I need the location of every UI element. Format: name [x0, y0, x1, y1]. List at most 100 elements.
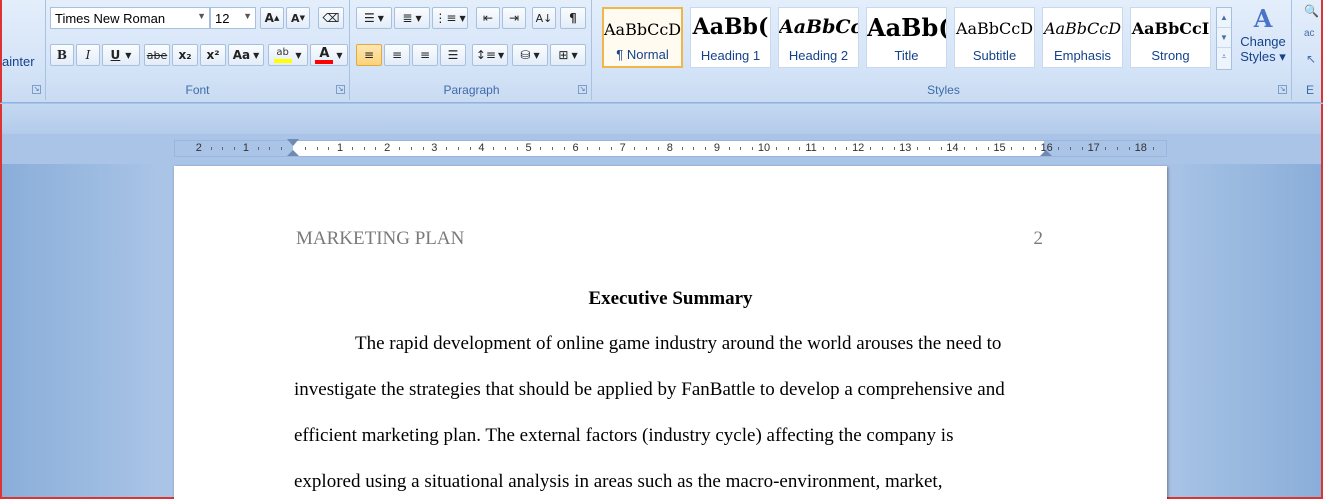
- styles-scroll-up-button[interactable]: ▲: [1217, 8, 1231, 28]
- sort-icon: A↓: [535, 11, 553, 25]
- style-name: Heading 2: [788, 48, 849, 63]
- style-sample: AaBb(: [692, 14, 769, 40]
- multilevel-list-button[interactable]: ⋮≡ ▼: [432, 7, 468, 29]
- replace-icon[interactable]: ac: [1304, 28, 1315, 39]
- sort-button[interactable]: A↓: [532, 7, 556, 29]
- ruler-tick: [504, 147, 506, 150]
- style-name: Heading 1: [700, 48, 761, 63]
- italic-button[interactable]: I: [76, 44, 100, 66]
- show-formatting-button[interactable]: ¶: [560, 7, 586, 29]
- highlight-color-button[interactable]: ab ▼: [268, 44, 308, 66]
- strikethrough-icon: abe: [146, 48, 168, 62]
- ruler-tick: [705, 147, 707, 150]
- paragraph-launcher-icon[interactable]: ↘: [578, 85, 587, 94]
- grow-font-button[interactable]: A ▲: [260, 7, 284, 29]
- styles-more-button[interactable]: ⩡: [1217, 48, 1231, 68]
- ruler-tick: [787, 147, 789, 150]
- styles-launcher-icon[interactable]: ↘: [1278, 85, 1287, 94]
- ruler-tick: [1117, 147, 1119, 150]
- ruler-tick: [234, 147, 236, 150]
- bullets-button[interactable]: ☰ ▼: [356, 7, 392, 29]
- change-styles-button[interactable]: A Change Styles ▾: [1236, 4, 1290, 80]
- font-size-value: 12: [215, 11, 230, 26]
- style-normal-tile[interactable]: AaBbCcD ¶ Normal: [602, 7, 683, 68]
- superscript-button[interactable]: x²: [200, 44, 226, 66]
- ruler-tick: [410, 147, 412, 150]
- borders-button[interactable]: ⊞ ▼: [550, 44, 586, 66]
- align-right-button[interactable]: ≡: [412, 44, 438, 66]
- clear-formatting-button[interactable]: ⌫: [318, 7, 344, 29]
- style-strong-tile[interactable]: AaBbCcI Strong: [1130, 7, 1211, 68]
- style-heading1-tile[interactable]: AaBb( Heading 1: [690, 7, 771, 68]
- ruler-tick: [540, 147, 542, 150]
- justify-button[interactable]: ☰: [440, 44, 466, 66]
- font-color-button[interactable]: A ▼: [310, 44, 348, 66]
- numbering-button[interactable]: ≣ ▼: [394, 7, 430, 29]
- styles-group-label: Styles: [927, 83, 960, 97]
- style-heading2-tile[interactable]: AaBbCc Heading 2: [778, 7, 859, 68]
- ruler-tick: [398, 147, 400, 150]
- styles-scroll-down-button[interactable]: ▼: [1217, 28, 1231, 48]
- ruler-tick: [222, 147, 224, 150]
- format-painter-button[interactable]: ainter: [2, 54, 35, 69]
- ruler-tick: [881, 147, 883, 150]
- style-sample: AaBbCcD: [604, 20, 681, 39]
- find-icon[interactable]: 🔍: [1304, 4, 1319, 18]
- select-icon[interactable]: ↖: [1306, 52, 1316, 66]
- style-name: Title: [894, 48, 919, 63]
- change-case-button[interactable]: Aa ▼: [228, 44, 264, 66]
- strikethrough-button[interactable]: abe: [144, 44, 170, 66]
- editing-group-label: E: [1306, 83, 1315, 97]
- font-name-value: Times New Roman: [55, 11, 166, 26]
- hanging-indent-marker[interactable]: [287, 150, 299, 156]
- ruler-tick: [304, 147, 306, 150]
- font-size-combo[interactable]: 12 ▼: [210, 7, 256, 29]
- horizontal-ruler[interactable]: 2 1 1 2 3 4 5 6 7 8 9 10 11 12 13 14 15 16 17 18: [174, 139, 1167, 157]
- ribbon-gap: [0, 104, 1323, 134]
- bold-button[interactable]: B: [50, 44, 74, 66]
- ruler-number: 1: [242, 142, 249, 154]
- shading-button[interactable]: ⛁ ▼: [512, 44, 548, 66]
- first-line-indent-marker[interactable]: [287, 139, 299, 146]
- style-sample: AaBb(: [867, 13, 946, 42]
- body-line: investigate the strategies that should b…: [294, 379, 1005, 400]
- font-name-combo[interactable]: Times New Roman ▼: [50, 7, 210, 29]
- clipboard-launcher-icon[interactable]: ↘: [32, 85, 41, 94]
- increase-indent-button[interactable]: ⇥: [502, 7, 526, 29]
- ruler-tick: [281, 147, 283, 150]
- ruler-tick: [975, 147, 977, 150]
- styles-scroll: ▲ ▼ ⩡: [1216, 7, 1232, 70]
- document-page[interactable]: MARKETING PLAN 2 Executive Summary The r…: [174, 166, 1167, 499]
- ruler-tick: [681, 147, 683, 150]
- ruler-tick: [587, 147, 589, 150]
- italic-icon: I: [85, 48, 91, 62]
- increase-indent-icon: ⇥: [508, 11, 520, 25]
- align-center-button[interactable]: ≡: [384, 44, 410, 66]
- right-indent-marker[interactable]: [1040, 150, 1052, 156]
- line-spacing-button[interactable]: ↕≡ ▼: [472, 44, 508, 66]
- ruler-tick: [351, 147, 353, 150]
- ruler-tick: [552, 147, 554, 150]
- decrease-indent-button[interactable]: ⇤: [476, 7, 500, 29]
- font-launcher-icon[interactable]: ↘: [336, 85, 345, 94]
- bullets-icon: ☰: [364, 11, 375, 25]
- ruler-tick: [1023, 147, 1025, 150]
- style-emphasis-tile[interactable]: AaBbCcD Emphasis: [1042, 7, 1123, 68]
- align-left-button[interactable]: ≡: [356, 44, 382, 66]
- change-styles-icon: A: [1253, 4, 1273, 33]
- style-subtitle-tile[interactable]: AaBbCcD Subtitle: [954, 7, 1035, 68]
- ruler-tick: [1011, 147, 1013, 150]
- pilcrow-icon: ¶: [569, 11, 577, 25]
- borders-icon: ⊞: [558, 48, 569, 62]
- subscript-button[interactable]: x₂: [172, 44, 198, 66]
- style-title-tile[interactable]: AaBb( Title: [866, 7, 947, 68]
- ruler-tick: [375, 147, 377, 150]
- shrink-font-icon: A: [291, 11, 300, 25]
- paragraph-group-label: Paragraph: [443, 83, 500, 97]
- paragraph-group: ☰ ▼ ≣ ▼ ⋮≡ ▼ ⇤ ⇥ A↓ ¶ ≡ ≡ ≡ ☰ ↕≡ ▼ ⛁ ▼ ⊞ ▼ Par…: [352, 0, 592, 100]
- underline-button[interactable]: U ▼: [102, 44, 140, 66]
- ruler-tick: [422, 147, 424, 150]
- ruler-tick: [869, 147, 871, 150]
- line-spacing-icon: ↕≡: [475, 48, 496, 62]
- shrink-font-button[interactable]: A ▼: [286, 7, 310, 29]
